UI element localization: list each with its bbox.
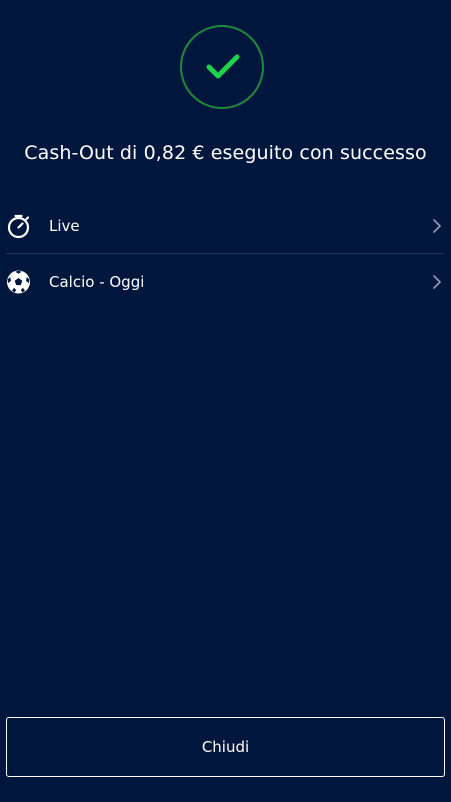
list-item-label: Live bbox=[49, 216, 80, 235]
list-item-calcio-oggi[interactable]: Calcio - Oggi bbox=[0, 254, 451, 309]
stopwatch-icon bbox=[7, 214, 30, 238]
page-title: Cash-Out di 0,82 € eseguito con successo bbox=[24, 142, 427, 164]
success-status-ring bbox=[180, 25, 264, 109]
list-item-label: Calcio - Oggi bbox=[49, 272, 145, 291]
close-button[interactable]: Chiudi bbox=[6, 717, 445, 777]
cashout-success-screen: Cash-Out di 0,82 € eseguito con successo… bbox=[0, 0, 451, 802]
chevron-right-icon bbox=[433, 274, 441, 289]
chevron-right-icon bbox=[433, 218, 441, 233]
navigation-list: Live Calcio - Oggi bbox=[0, 198, 451, 309]
soccer-ball-icon bbox=[7, 270, 30, 293]
check-icon bbox=[206, 54, 240, 79]
list-item-live[interactable]: Live bbox=[0, 198, 451, 253]
